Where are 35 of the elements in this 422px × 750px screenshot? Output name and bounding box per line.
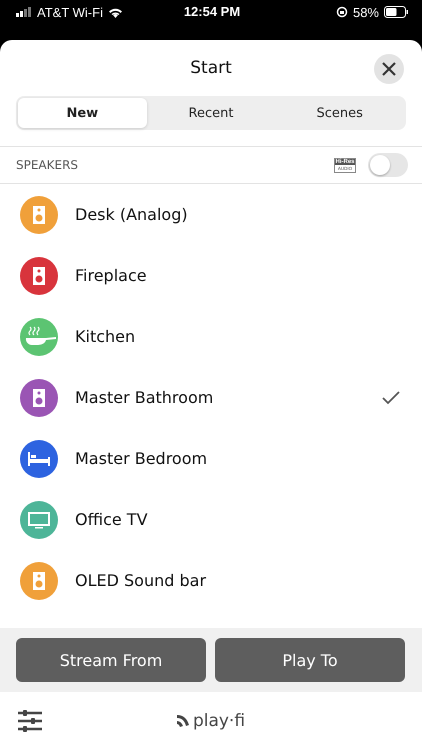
carrier: AT&T Wi-Fi (37, 4, 103, 20)
speaker-name: OLED Sound bar (75, 571, 208, 590)
sliders-icon[interactable] (18, 710, 42, 732)
tab[interactable]: Scenes (275, 98, 404, 128)
sheet-title: Start (190, 58, 232, 78)
logo-icon (176, 713, 191, 729)
speaker-name: Office TV (75, 510, 149, 529)
action-button[interactable]: Play To (215, 638, 405, 682)
tab[interactable]: Recent (146, 98, 276, 128)
close-icon (382, 62, 396, 76)
signal-icon (16, 7, 32, 17)
section-heading: SPEAKERS (16, 158, 78, 172)
speaker-row[interactable]: Master Bedroom (0, 428, 422, 489)
speaker-name: Kitchen (75, 327, 136, 346)
checkmark-icon (382, 390, 400, 404)
speaker-name: Desk (Analog) (75, 205, 189, 224)
speaker-row[interactable]: Kitchen (0, 306, 422, 367)
speaker-name: Fireplace (75, 266, 148, 285)
clock: 12:54 PM (184, 4, 240, 20)
speaker-row[interactable]: Master Bathroom (0, 367, 422, 428)
speaker-name: Master Bedroom (75, 449, 208, 468)
speaker-row[interactable]: Fireplace (0, 245, 422, 306)
close-button[interactable] (374, 54, 404, 84)
speaker-row[interactable]: Office TV (0, 489, 422, 550)
action-button[interactable]: Stream From (16, 638, 206, 682)
app-logo: play·fi (192, 711, 246, 731)
battery-percent: 58% (352, 4, 379, 20)
speaker-name: Master Bathroom (75, 388, 214, 407)
toggle-switch[interactable] (368, 153, 408, 177)
speaker-row[interactable]: OLED Sound bar (0, 550, 422, 611)
battery-icon (384, 6, 408, 18)
rotation-lock-icon (336, 6, 348, 18)
tab[interactable]: New (18, 98, 147, 128)
wifi-icon (108, 6, 123, 18)
speaker-row[interactable]: Desk (Analog) (0, 184, 422, 245)
